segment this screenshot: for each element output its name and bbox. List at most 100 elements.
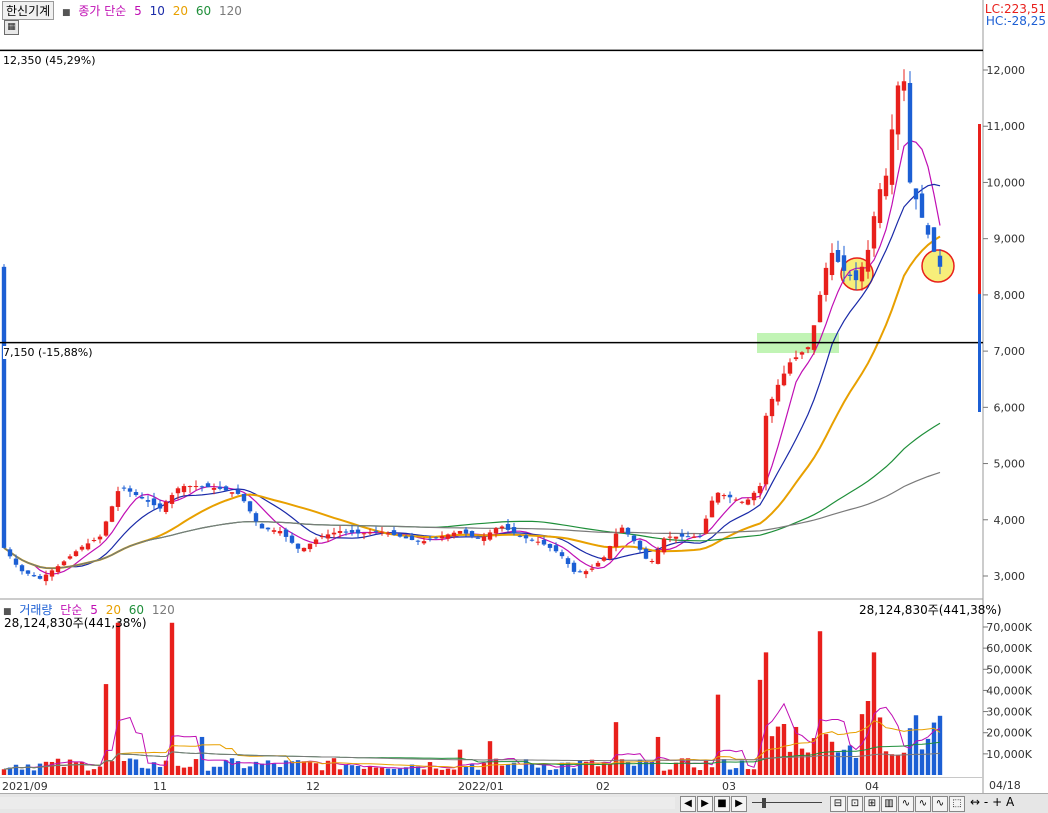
candle-body	[277, 531, 283, 534]
range-bar-down	[978, 294, 981, 412]
candle-body	[811, 325, 817, 350]
candle-body	[793, 357, 799, 360]
candle-body	[91, 540, 97, 542]
volume-bar	[721, 759, 727, 775]
volume-bar	[607, 763, 613, 775]
volume-bar	[259, 763, 265, 775]
draw-tool-icon[interactable]: ∿	[915, 796, 931, 812]
draw-tool-icon[interactable]: ∿	[898, 796, 914, 812]
volume-bar	[529, 764, 535, 775]
volume-bar	[409, 764, 415, 775]
volume-bar	[247, 766, 253, 775]
chart-tool-icon[interactable]: ⊞	[864, 796, 880, 812]
volume-bar	[127, 758, 133, 775]
candle-body	[253, 513, 259, 522]
candle-body	[865, 249, 871, 272]
chart-tool-icon[interactable]: ⊡	[847, 796, 863, 812]
candle-body	[433, 537, 439, 539]
volume-bar	[109, 761, 115, 775]
candle-body	[679, 533, 685, 537]
play-button[interactable]: ▶	[731, 796, 747, 812]
candle-body	[907, 82, 913, 183]
volume-bar	[13, 764, 19, 775]
volume-bar	[361, 768, 367, 775]
scrollbar-track[interactable]	[0, 797, 675, 809]
zoom-out-button[interactable]: -	[984, 795, 988, 809]
candle-body	[577, 571, 583, 573]
chart-tool-icon[interactable]: ▥	[881, 796, 897, 812]
candle-body	[115, 491, 121, 507]
scroll-right-button[interactable]: ▶	[697, 796, 713, 812]
candle-body	[241, 493, 247, 502]
candle-body	[355, 529, 361, 534]
candle-body	[127, 488, 133, 492]
draw-tool-icon[interactable]: ⬚	[949, 796, 965, 812]
volume-bar	[589, 759, 595, 775]
candle-body	[757, 486, 763, 494]
volume-bar	[337, 769, 343, 775]
volume-bar	[895, 754, 901, 775]
candle-body	[343, 531, 349, 533]
candle-body	[673, 536, 679, 539]
candle-body	[481, 536, 487, 541]
volume-bar	[139, 767, 145, 775]
volume-bar	[847, 745, 853, 775]
draw-tool-icon[interactable]: ∿	[932, 796, 948, 812]
candle-body	[121, 487, 127, 489]
y-tick-label: 7,000	[994, 345, 1026, 358]
candle-body	[163, 501, 169, 513]
volume-bar	[427, 762, 433, 775]
volume-bar	[493, 758, 499, 775]
volume-bar	[43, 761, 49, 775]
candle-body	[361, 533, 367, 535]
y-tick-label: 40,000K	[986, 684, 1032, 697]
volume-bar	[121, 760, 127, 775]
volume-bar	[223, 760, 229, 775]
candle-body	[439, 536, 445, 539]
stop-button[interactable]: ■	[714, 796, 730, 812]
candle-body	[595, 562, 601, 567]
volume-bar	[577, 760, 583, 775]
volume-bar	[289, 761, 295, 775]
volume-bar	[373, 767, 379, 775]
volume-bar	[193, 759, 199, 775]
candle-body	[637, 540, 643, 550]
candle-body	[769, 398, 775, 417]
candle-body	[445, 534, 451, 539]
volume-bar	[835, 752, 841, 775]
time-label: 12	[306, 780, 320, 793]
candle-body	[709, 500, 715, 518]
volume-bar	[85, 770, 91, 775]
volume-bar	[739, 760, 745, 775]
volume-bar	[727, 769, 733, 775]
volume-bar	[445, 768, 451, 775]
candle-body	[301, 547, 307, 552]
volume-bar	[907, 728, 913, 775]
volume-bar	[457, 749, 463, 775]
candle-body	[145, 500, 151, 502]
volume-bar	[397, 768, 403, 775]
candle-body	[133, 492, 139, 496]
volume-bar	[745, 769, 751, 775]
candle-body	[589, 568, 595, 570]
candle-body	[625, 527, 631, 535]
chart-tool-icon[interactable]: ⊟	[830, 796, 846, 812]
time-label: 2021/09	[2, 780, 48, 793]
candle-body	[319, 536, 325, 538]
scroll-left-button[interactable]: ◀	[680, 796, 696, 812]
candle-body	[571, 562, 577, 572]
volume-bar	[787, 751, 793, 775]
move-icon[interactable]: ↔	[970, 795, 980, 809]
volume-bar	[433, 768, 439, 775]
candle-body	[349, 530, 355, 533]
auto-scale-button[interactable]: A	[1006, 795, 1014, 809]
candle-body	[763, 415, 769, 485]
zoom-slider[interactable]	[752, 798, 822, 808]
zoom-in-button[interactable]: +	[992, 795, 1002, 809]
vol-ma-period-120[interactable]: 120	[152, 603, 175, 617]
candle-body	[655, 549, 661, 564]
candle-body	[307, 543, 313, 550]
volume-bar	[61, 766, 67, 775]
price-volume-chart[interactable]: 12,000 11,000 10,000 9,000 8,000 7,000 6,000 5,…	[0, 0, 1048, 812]
y-tick-label: 5,000	[994, 458, 1026, 471]
